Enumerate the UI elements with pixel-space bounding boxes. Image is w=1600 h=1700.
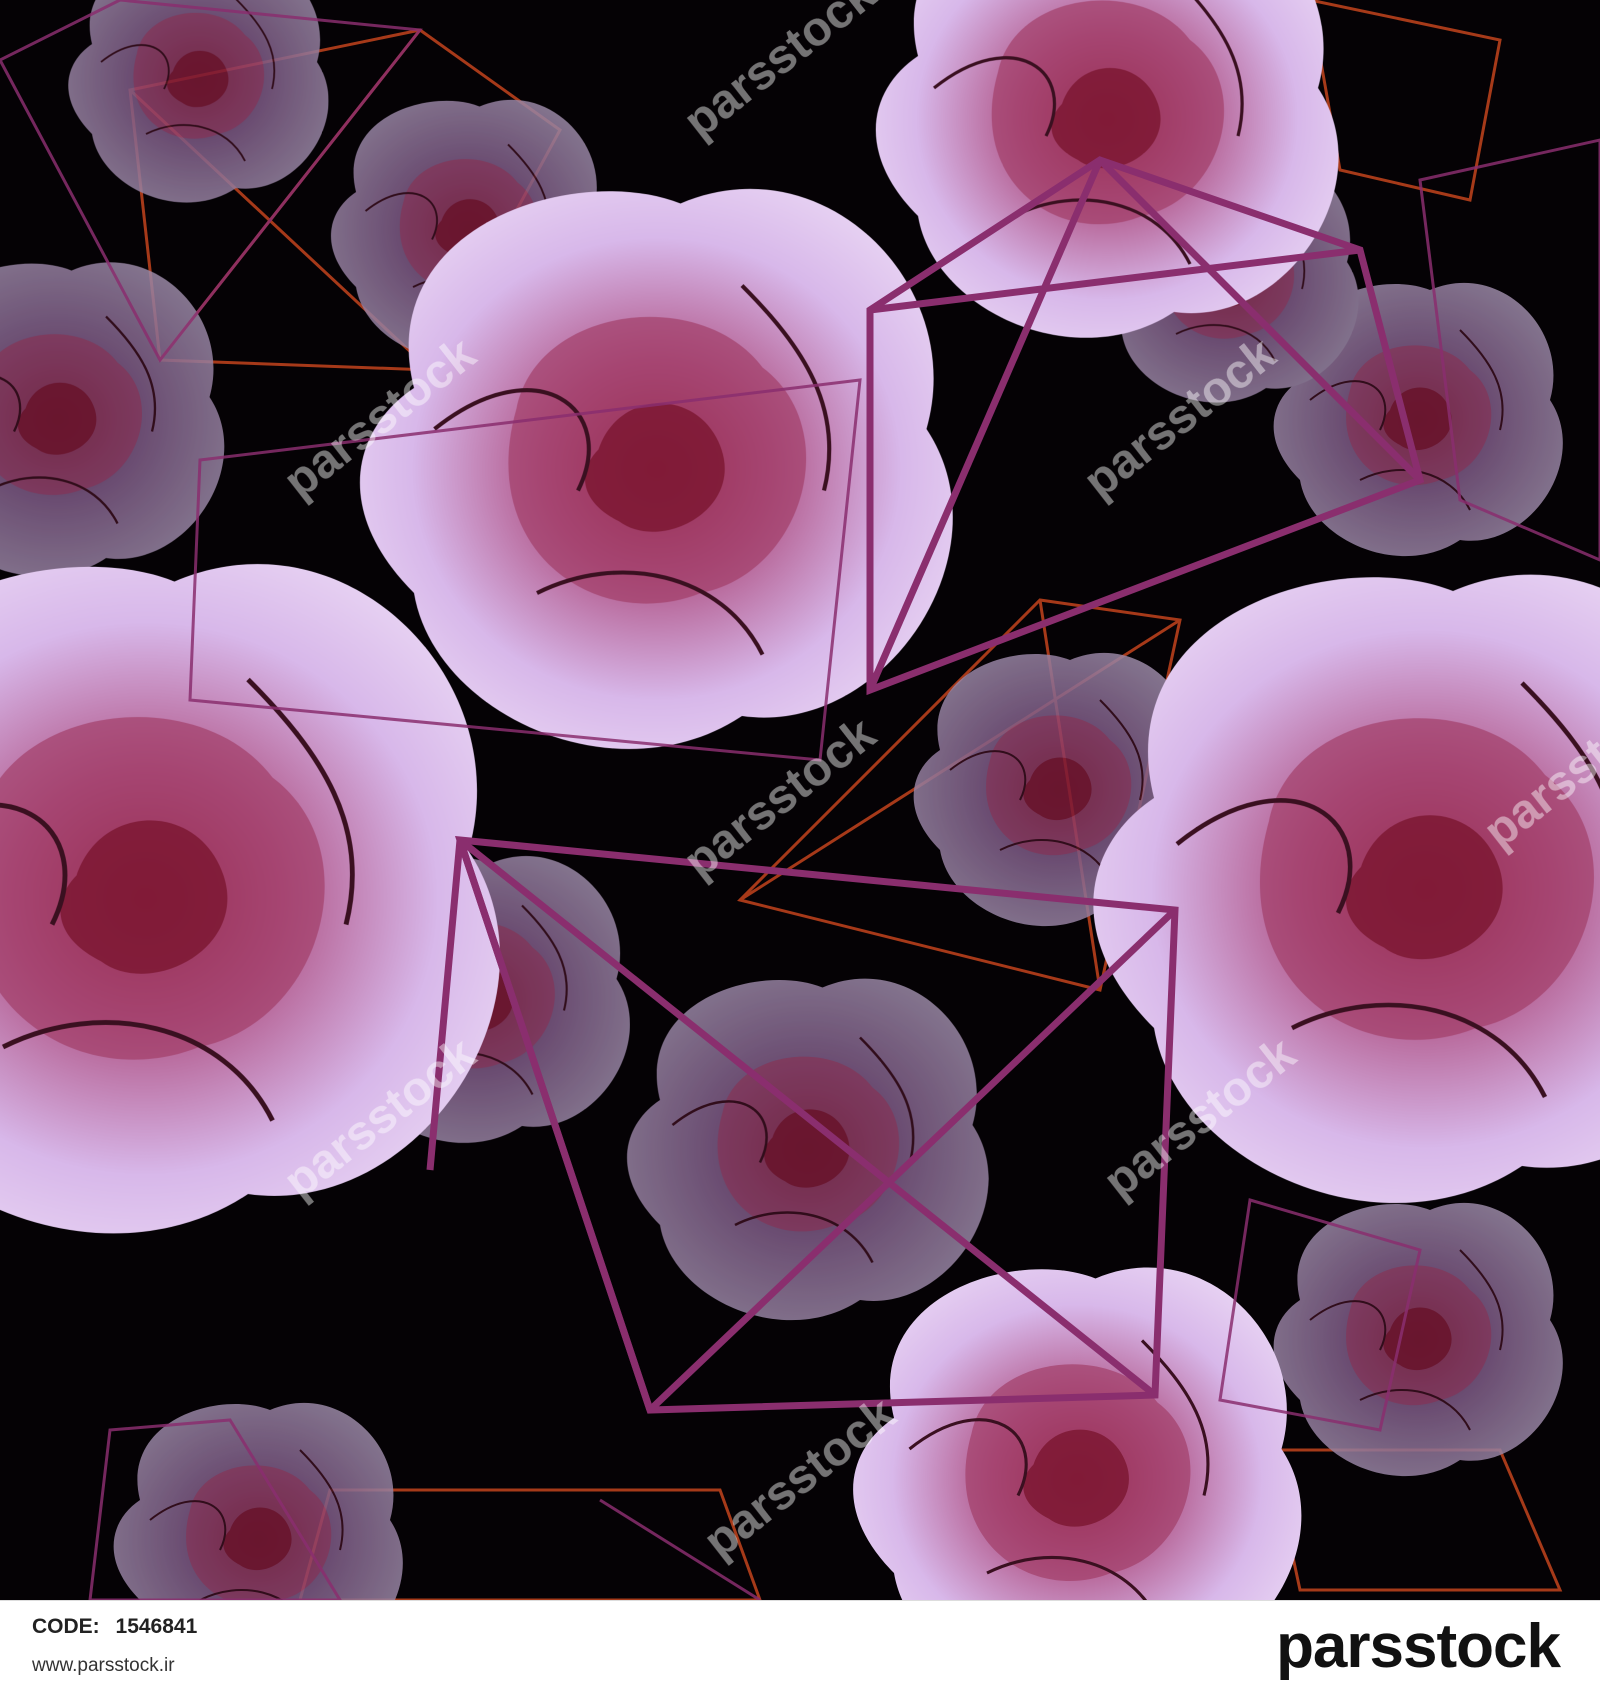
- code-line: CODE: 1546841: [32, 1615, 197, 1639]
- floral-geometric-artwork: parsstock parsstock parsstock parsstock …: [0, 0, 1600, 1600]
- code-value: 1546841: [115, 1615, 198, 1638]
- image-footer: CODE: 1546841 www.parsstock.ir parsstock: [0, 1600, 1600, 1700]
- brand-logo: parsstock: [1276, 1612, 1561, 1681]
- code-label: CODE:: [32, 1615, 100, 1638]
- site-url[interactable]: www.parsstock.ir: [32, 1655, 175, 1677]
